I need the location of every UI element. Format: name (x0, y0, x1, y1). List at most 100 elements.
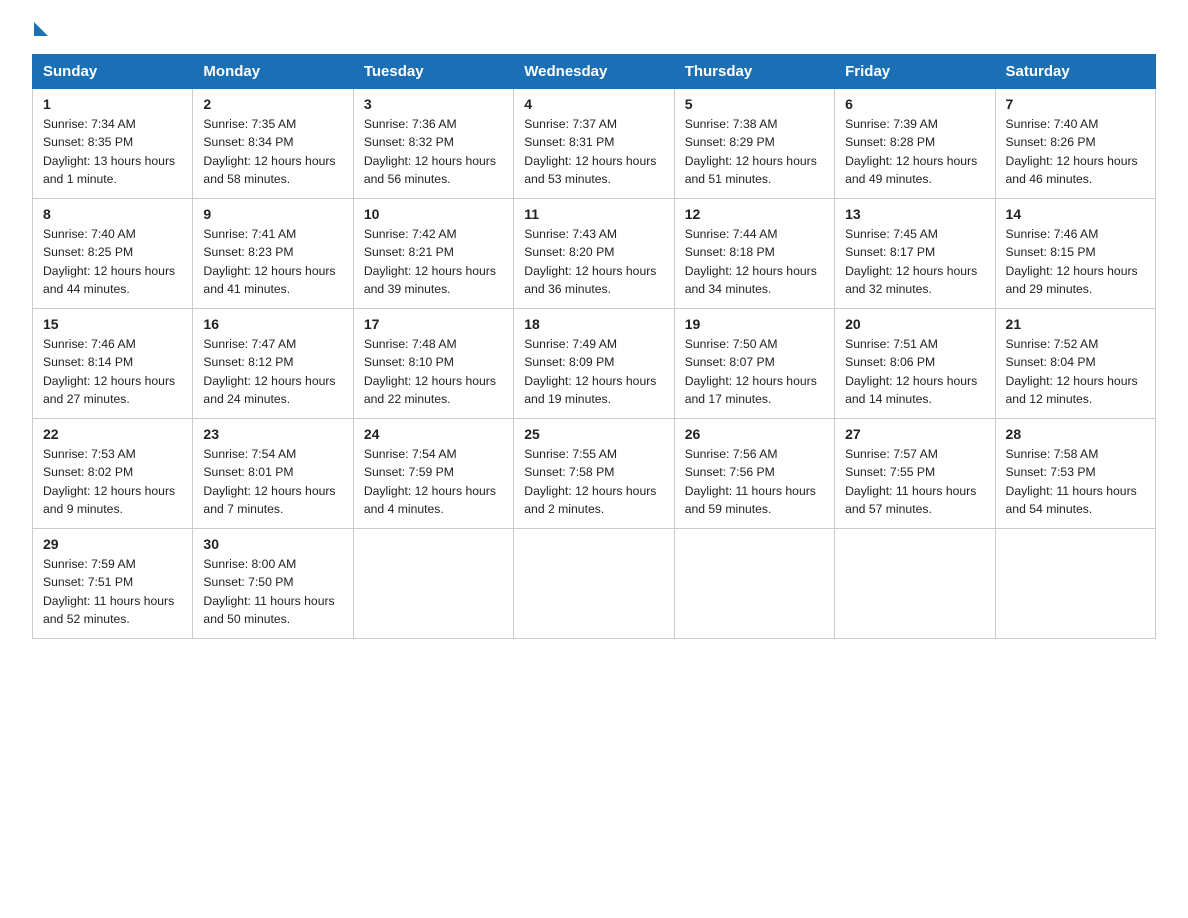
col-friday: Friday (835, 55, 995, 89)
calendar-table: Sunday Monday Tuesday Wednesday Thursday… (32, 54, 1156, 639)
day-number: 12 (685, 206, 824, 222)
table-row: 20 Sunrise: 7:51 AMSunset: 8:06 PMDaylig… (835, 309, 995, 419)
table-row (514, 529, 674, 639)
day-info: Sunrise: 7:38 AMSunset: 8:29 PMDaylight:… (685, 117, 817, 186)
day-number: 28 (1006, 426, 1145, 442)
day-info: Sunrise: 7:59 AMSunset: 7:51 PMDaylight:… (43, 557, 174, 626)
logo (32, 24, 48, 36)
table-row: 12 Sunrise: 7:44 AMSunset: 8:18 PMDaylig… (674, 199, 834, 309)
day-number: 20 (845, 316, 984, 332)
day-info: Sunrise: 7:57 AMSunset: 7:55 PMDaylight:… (845, 447, 976, 516)
day-info: Sunrise: 7:46 AMSunset: 8:14 PMDaylight:… (43, 337, 175, 406)
table-row: 28 Sunrise: 7:58 AMSunset: 7:53 PMDaylig… (995, 419, 1155, 529)
calendar-week-row: 29 Sunrise: 7:59 AMSunset: 7:51 PMDaylig… (33, 529, 1156, 639)
day-number: 4 (524, 96, 663, 112)
day-info: Sunrise: 7:54 AMSunset: 8:01 PMDaylight:… (203, 447, 335, 516)
day-number: 29 (43, 536, 182, 552)
day-number: 3 (364, 96, 503, 112)
calendar-week-row: 22 Sunrise: 7:53 AMSunset: 8:02 PMDaylig… (33, 419, 1156, 529)
day-info: Sunrise: 7:41 AMSunset: 8:23 PMDaylight:… (203, 227, 335, 296)
calendar-week-row: 8 Sunrise: 7:40 AMSunset: 8:25 PMDayligh… (33, 199, 1156, 309)
table-row (835, 529, 995, 639)
calendar-week-row: 15 Sunrise: 7:46 AMSunset: 8:14 PMDaylig… (33, 309, 1156, 419)
day-info: Sunrise: 7:49 AMSunset: 8:09 PMDaylight:… (524, 337, 656, 406)
col-wednesday: Wednesday (514, 55, 674, 89)
table-row: 6 Sunrise: 7:39 AMSunset: 8:28 PMDayligh… (835, 89, 995, 199)
table-row: 26 Sunrise: 7:56 AMSunset: 7:56 PMDaylig… (674, 419, 834, 529)
day-number: 10 (364, 206, 503, 222)
table-row: 24 Sunrise: 7:54 AMSunset: 7:59 PMDaylig… (353, 419, 513, 529)
day-info: Sunrise: 7:50 AMSunset: 8:07 PMDaylight:… (685, 337, 817, 406)
calendar-header-row: Sunday Monday Tuesday Wednesday Thursday… (33, 55, 1156, 89)
day-info: Sunrise: 7:54 AMSunset: 7:59 PMDaylight:… (364, 447, 496, 516)
table-row: 25 Sunrise: 7:55 AMSunset: 7:58 PMDaylig… (514, 419, 674, 529)
table-row: 10 Sunrise: 7:42 AMSunset: 8:21 PMDaylig… (353, 199, 513, 309)
day-info: Sunrise: 7:58 AMSunset: 7:53 PMDaylight:… (1006, 447, 1137, 516)
day-info: Sunrise: 7:34 AMSunset: 8:35 PMDaylight:… (43, 117, 175, 186)
day-info: Sunrise: 7:44 AMSunset: 8:18 PMDaylight:… (685, 227, 817, 296)
table-row: 7 Sunrise: 7:40 AMSunset: 8:26 PMDayligh… (995, 89, 1155, 199)
table-row: 13 Sunrise: 7:45 AMSunset: 8:17 PMDaylig… (835, 199, 995, 309)
table-row: 23 Sunrise: 7:54 AMSunset: 8:01 PMDaylig… (193, 419, 353, 529)
table-row: 21 Sunrise: 7:52 AMSunset: 8:04 PMDaylig… (995, 309, 1155, 419)
day-number: 2 (203, 96, 342, 112)
day-number: 26 (685, 426, 824, 442)
day-number: 25 (524, 426, 663, 442)
table-row: 4 Sunrise: 7:37 AMSunset: 8:31 PMDayligh… (514, 89, 674, 199)
day-number: 16 (203, 316, 342, 332)
logo-arrow-icon (34, 22, 48, 36)
day-number: 7 (1006, 96, 1145, 112)
day-info: Sunrise: 7:51 AMSunset: 8:06 PMDaylight:… (845, 337, 977, 406)
day-number: 23 (203, 426, 342, 442)
table-row: 18 Sunrise: 7:49 AMSunset: 8:09 PMDaylig… (514, 309, 674, 419)
day-number: 9 (203, 206, 342, 222)
col-sunday: Sunday (33, 55, 193, 89)
day-info: Sunrise: 7:46 AMSunset: 8:15 PMDaylight:… (1006, 227, 1138, 296)
table-row: 11 Sunrise: 7:43 AMSunset: 8:20 PMDaylig… (514, 199, 674, 309)
day-info: Sunrise: 7:37 AMSunset: 8:31 PMDaylight:… (524, 117, 656, 186)
day-info: Sunrise: 7:43 AMSunset: 8:20 PMDaylight:… (524, 227, 656, 296)
day-info: Sunrise: 7:55 AMSunset: 7:58 PMDaylight:… (524, 447, 656, 516)
table-row: 8 Sunrise: 7:40 AMSunset: 8:25 PMDayligh… (33, 199, 193, 309)
table-row: 1 Sunrise: 7:34 AMSunset: 8:35 PMDayligh… (33, 89, 193, 199)
day-number: 21 (1006, 316, 1145, 332)
day-number: 5 (685, 96, 824, 112)
table-row: 17 Sunrise: 7:48 AMSunset: 8:10 PMDaylig… (353, 309, 513, 419)
table-row: 5 Sunrise: 7:38 AMSunset: 8:29 PMDayligh… (674, 89, 834, 199)
day-number: 27 (845, 426, 984, 442)
day-info: Sunrise: 7:47 AMSunset: 8:12 PMDaylight:… (203, 337, 335, 406)
table-row: 15 Sunrise: 7:46 AMSunset: 8:14 PMDaylig… (33, 309, 193, 419)
table-row (995, 529, 1155, 639)
day-info: Sunrise: 7:48 AMSunset: 8:10 PMDaylight:… (364, 337, 496, 406)
table-row: 27 Sunrise: 7:57 AMSunset: 7:55 PMDaylig… (835, 419, 995, 529)
table-row: 2 Sunrise: 7:35 AMSunset: 8:34 PMDayligh… (193, 89, 353, 199)
day-info: Sunrise: 7:56 AMSunset: 7:56 PMDaylight:… (685, 447, 816, 516)
col-monday: Monday (193, 55, 353, 89)
table-row: 29 Sunrise: 7:59 AMSunset: 7:51 PMDaylig… (33, 529, 193, 639)
table-row: 16 Sunrise: 7:47 AMSunset: 8:12 PMDaylig… (193, 309, 353, 419)
col-tuesday: Tuesday (353, 55, 513, 89)
day-info: Sunrise: 8:00 AMSunset: 7:50 PMDaylight:… (203, 557, 334, 626)
day-info: Sunrise: 7:52 AMSunset: 8:04 PMDaylight:… (1006, 337, 1138, 406)
day-info: Sunrise: 7:42 AMSunset: 8:21 PMDaylight:… (364, 227, 496, 296)
day-number: 24 (364, 426, 503, 442)
day-number: 6 (845, 96, 984, 112)
page-header (32, 24, 1156, 36)
day-number: 17 (364, 316, 503, 332)
day-number: 22 (43, 426, 182, 442)
day-number: 11 (524, 206, 663, 222)
day-number: 1 (43, 96, 182, 112)
day-info: Sunrise: 7:35 AMSunset: 8:34 PMDaylight:… (203, 117, 335, 186)
col-thursday: Thursday (674, 55, 834, 89)
table-row: 3 Sunrise: 7:36 AMSunset: 8:32 PMDayligh… (353, 89, 513, 199)
table-row (674, 529, 834, 639)
col-saturday: Saturday (995, 55, 1155, 89)
calendar-week-row: 1 Sunrise: 7:34 AMSunset: 8:35 PMDayligh… (33, 89, 1156, 199)
day-number: 18 (524, 316, 663, 332)
day-info: Sunrise: 7:39 AMSunset: 8:28 PMDaylight:… (845, 117, 977, 186)
table-row: 19 Sunrise: 7:50 AMSunset: 8:07 PMDaylig… (674, 309, 834, 419)
day-number: 19 (685, 316, 824, 332)
table-row: 30 Sunrise: 8:00 AMSunset: 7:50 PMDaylig… (193, 529, 353, 639)
table-row: 22 Sunrise: 7:53 AMSunset: 8:02 PMDaylig… (33, 419, 193, 529)
day-info: Sunrise: 7:40 AMSunset: 8:26 PMDaylight:… (1006, 117, 1138, 186)
